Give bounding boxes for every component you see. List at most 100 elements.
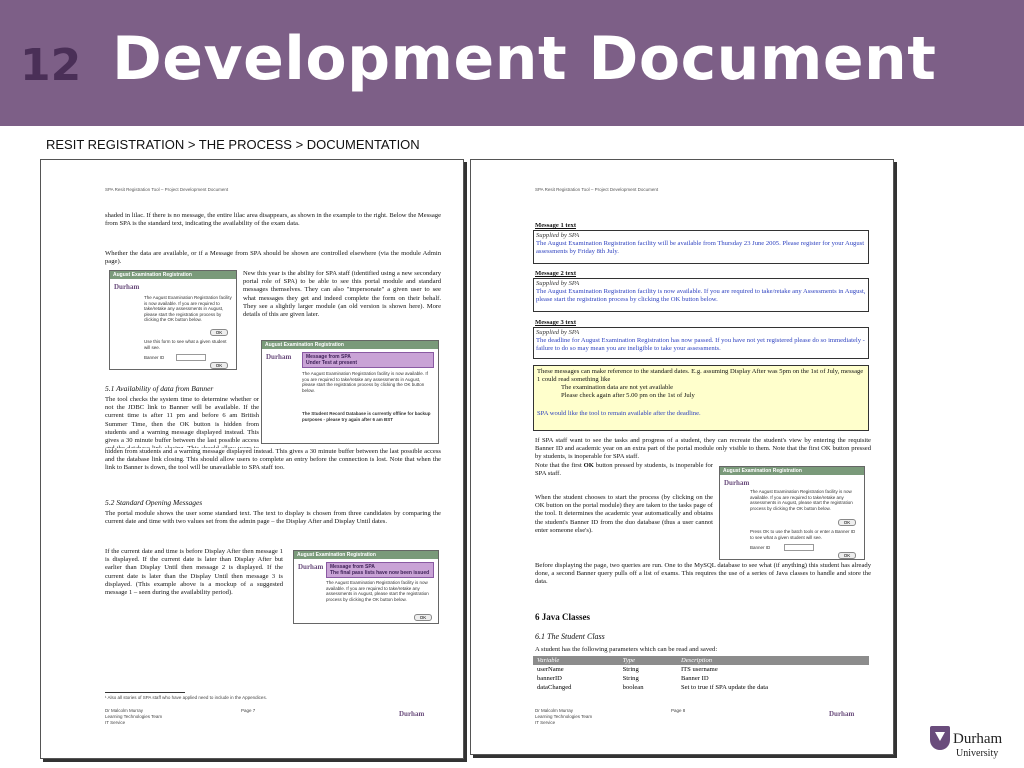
footer-service: IT Service bbox=[535, 720, 556, 725]
footnote: ¹ Also all stories of SPA staff who have… bbox=[105, 695, 267, 700]
durham-logo-small: Durham bbox=[724, 479, 750, 487]
breadcrumb: RESIT REGISTRATION > THE PROCESS > DOCUM… bbox=[46, 137, 420, 152]
table-row: bannerID String Banner ID bbox=[533, 674, 869, 683]
table-cell: String bbox=[622, 675, 639, 682]
crest-icon bbox=[930, 726, 950, 750]
supplied-by: Supplied by SPA bbox=[536, 280, 580, 287]
message-1-text: The August Examination Registration faci… bbox=[536, 240, 865, 255]
message-1-box: Supplied by SPA The August Examination R… bbox=[533, 230, 869, 264]
note-text: These messages can make reference to the… bbox=[537, 368, 864, 383]
banner-availability-paragraph: The tool checks the system time to deter… bbox=[105, 396, 259, 448]
portal-widget-spa: August Examination Registration Durham M… bbox=[261, 340, 439, 444]
durham-logo-small: Durham bbox=[114, 283, 140, 291]
logo-sub: University bbox=[956, 748, 999, 759]
note-quote-2: Please check again after 5.00 pm on the … bbox=[561, 392, 695, 399]
opening-messages-paragraph: The portal module shows the user some st… bbox=[105, 510, 441, 526]
footer-service: IT Service bbox=[105, 720, 126, 725]
widget-title: August Examination Registration bbox=[262, 341, 438, 349]
class-intro: A student has the following parameters w… bbox=[535, 646, 718, 653]
spa-note: Press OK to use the batch tools or enter… bbox=[750, 529, 856, 540]
document-page-8: SPA Resit Registration Tool – Project De… bbox=[470, 159, 894, 755]
page-header: SPA Resit Registration Tool – Project De… bbox=[105, 187, 229, 192]
banner-id-label: Banner ID bbox=[144, 355, 165, 360]
spa-role-paragraph: New this year is the ability for SPA sta… bbox=[243, 270, 441, 319]
ok-button[interactable]: OK bbox=[414, 614, 432, 621]
durham-logo-footer: Durham bbox=[399, 710, 425, 718]
column-header: Type bbox=[618, 656, 677, 665]
ok-button[interactable]: OK bbox=[838, 519, 856, 526]
table-cell: dataChanged bbox=[537, 684, 572, 691]
dates-note-box: These messages can make reference to the… bbox=[533, 365, 869, 431]
message-2-text: The August Examination Registration faci… bbox=[536, 288, 866, 303]
message-2-box: Supplied by SPA The August Examination R… bbox=[533, 278, 869, 312]
widget-title: August Examination Registration bbox=[110, 271, 236, 279]
document-page-7: SPA Resit Registration Tool – Project De… bbox=[40, 159, 464, 759]
offline-warning: The Student Record Database is currently… bbox=[302, 411, 431, 422]
section-heading: 5.1 Availability of data from Banner bbox=[105, 384, 214, 393]
spa-message-sub: The final pass lists have now been issue… bbox=[330, 570, 430, 576]
message-logic-paragraph: If the current date and time is before D… bbox=[105, 548, 283, 597]
message-1-title: Message 1 text bbox=[535, 222, 577, 229]
portal-widget-student: August Examination Registration Durham T… bbox=[109, 270, 237, 370]
logo-name: Durham bbox=[953, 731, 1003, 747]
banner-id-label: Banner ID bbox=[750, 545, 771, 550]
table-cell: String bbox=[622, 666, 639, 673]
page-header: SPA Resit Registration Tool – Project De… bbox=[535, 187, 659, 192]
spa-message-sub: Under Test at present bbox=[306, 360, 358, 366]
title-banner: 12 Development Document bbox=[0, 0, 1024, 126]
widget-title: August Examination Registration bbox=[294, 551, 438, 559]
portal-widget-spa-batch: August Examination Registration Durham T… bbox=[719, 466, 865, 560]
subsection-heading: 6.1 The Student Class bbox=[535, 632, 605, 641]
ok-button[interactable]: OK bbox=[210, 329, 228, 336]
widget-text: The August Examination Registration faci… bbox=[750, 489, 853, 511]
banner-availability-cont: hidden from students and a warning messa… bbox=[105, 448, 441, 472]
durham-logo-footer: Durham bbox=[829, 710, 855, 718]
note-quote-1: The examination data are not yet availab… bbox=[561, 384, 674, 391]
queries-paragraph: Before displaying the page, two queries … bbox=[535, 562, 871, 586]
widget-text: The August Examination Registration faci… bbox=[326, 580, 429, 602]
message-2-title: Message 2 text bbox=[535, 270, 577, 277]
start-process-paragraph: When the student chooses to start the pr… bbox=[535, 494, 713, 534]
message-3-title: Message 3 text bbox=[535, 319, 577, 326]
column-header: Variable bbox=[533, 656, 619, 665]
table-cell: ITS username bbox=[680, 666, 718, 673]
banner-id-input[interactable] bbox=[784, 544, 814, 551]
widget-text: The August Examination Registration faci… bbox=[144, 295, 232, 323]
spa-message-box: Message from SPA Under Test at present bbox=[302, 352, 434, 368]
durham-logo-small: Durham bbox=[266, 353, 292, 361]
section-heading: 5.2 Standard Opening Messages bbox=[105, 498, 203, 507]
page-number: Page 7 bbox=[241, 708, 256, 713]
footnote-rule bbox=[105, 692, 185, 693]
ok-button[interactable]: OK bbox=[838, 552, 856, 559]
ok-note-paragraph: Note that the first OK button pressed by… bbox=[535, 462, 713, 478]
column-header: Description bbox=[676, 656, 869, 665]
durham-logo-small: Durham bbox=[298, 563, 324, 571]
table-cell: userName bbox=[537, 666, 564, 673]
widget-title: August Examination Registration bbox=[720, 467, 864, 475]
spa-note: Use this form to see what a given studen… bbox=[144, 339, 227, 350]
slide-title: Development Document bbox=[112, 24, 937, 94]
portal-widget-message: August Examination Registration Durham M… bbox=[293, 550, 439, 624]
table-cell: boolean bbox=[622, 684, 644, 691]
supplied-by: Supplied by SPA bbox=[536, 329, 580, 336]
intro-paragraph: shaded in lilac. If there is no message,… bbox=[105, 212, 441, 228]
student-class-table: Variable Type Description userName Strin… bbox=[533, 656, 869, 692]
impersonate-paragraph: If SPA staff want to see the tasks and p… bbox=[535, 437, 871, 461]
section-heading: 6 Java Classes bbox=[535, 612, 591, 622]
note-spa: SPA would like the tool to remain availa… bbox=[537, 410, 701, 417]
message-3-text: The deadline for August Examination Regi… bbox=[536, 337, 865, 352]
table-row: dataChanged boolean Set to true if SPA u… bbox=[533, 683, 869, 692]
banner-id-input[interactable] bbox=[176, 354, 206, 361]
control-paragraph: Whether the data are available, or if a … bbox=[105, 250, 441, 266]
spa-message-box: Message from SPA The final pass lists ha… bbox=[326, 562, 434, 578]
table-cell: bannerID bbox=[537, 675, 562, 682]
widget-text: The August Examination Registration faci… bbox=[302, 371, 428, 393]
message-3-box: Supplied by SPA The deadline for August … bbox=[533, 327, 869, 359]
table-cell: Set to true if SPA update the data bbox=[680, 684, 769, 691]
durham-university-logo: Durham University bbox=[930, 724, 1020, 764]
page-number: Page 8 bbox=[671, 708, 686, 713]
ok-button[interactable]: OK bbox=[210, 362, 228, 369]
table-row: userName String ITS username bbox=[533, 665, 869, 674]
table-cell: Banner ID bbox=[680, 675, 709, 682]
supplied-by: Supplied by SPA bbox=[536, 232, 580, 239]
